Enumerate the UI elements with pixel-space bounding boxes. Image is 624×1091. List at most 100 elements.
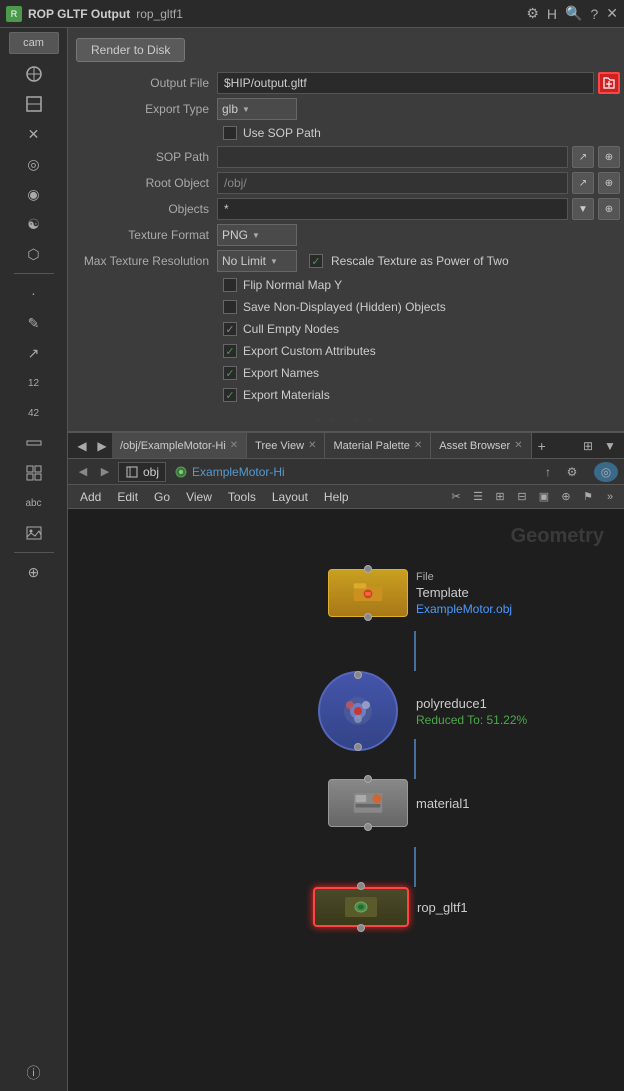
sidebar-location-icon[interactable]: ⊕ xyxy=(20,558,48,586)
help-icon[interactable]: ? xyxy=(590,6,598,22)
menu-help[interactable]: Help xyxy=(316,485,357,509)
sidebar-info-icon[interactable]: ⓘ xyxy=(20,1059,48,1087)
sidebar-abc-icon[interactable]: abc xyxy=(20,489,48,517)
node-graph[interactable]: Geometry xyxy=(68,509,624,1091)
menu-add[interactable]: Add xyxy=(72,485,109,509)
sop-path-jump-button[interactable]: ↗ xyxy=(572,146,594,168)
render-to-disk-button[interactable]: Render to Disk xyxy=(76,38,185,62)
title-bar-icons: ⚙ H 🔍 ? ✕ xyxy=(526,5,618,22)
tabs-menu-button[interactable]: ▼ xyxy=(600,436,620,456)
path-display-button[interactable]: ◎ xyxy=(594,462,618,482)
export-materials-checkbox[interactable] xyxy=(223,388,237,402)
tab-add-button[interactable]: + xyxy=(532,438,552,454)
flip-normal-label: Flip Normal Map Y xyxy=(243,278,342,292)
path-home-button[interactable]: ↑ xyxy=(538,462,558,482)
material-connector-top xyxy=(364,775,372,783)
root-object-input[interactable] xyxy=(217,172,568,194)
menu-layout[interactable]: Layout xyxy=(264,485,316,509)
tabs-view-button[interactable]: ⊞ xyxy=(578,436,598,456)
output-file-input[interactable] xyxy=(217,72,594,94)
close-icon[interactable]: ✕ xyxy=(606,5,618,22)
file-node-main-label: Template xyxy=(416,585,512,600)
settings-icon[interactable]: ⚙ xyxy=(526,5,539,22)
menu-view[interactable]: View xyxy=(178,485,220,509)
sidebar-dot-icon[interactable]: · xyxy=(20,279,48,307)
texture-format-select[interactable]: PNG ▼ xyxy=(217,224,297,246)
menu-tools[interactable]: Tools xyxy=(220,485,264,509)
bookmark-icon[interactable]: H xyxy=(547,6,557,22)
menu-frame-icon[interactable]: ▣ xyxy=(534,487,554,507)
sidebar-target-icon[interactable]: ◎ xyxy=(20,150,48,178)
sidebar-grid-icon[interactable] xyxy=(20,459,48,487)
menu-more-icon[interactable]: » xyxy=(600,487,620,507)
menu-layers-icon[interactable]: ⊕ xyxy=(556,487,576,507)
sidebar-yin-icon[interactable]: ☯ xyxy=(20,210,48,238)
sidebar-arrow-icon[interactable]: ↗ xyxy=(20,339,48,367)
rop-connector-bottom xyxy=(357,924,365,932)
path-back-button[interactable]: ◀ xyxy=(74,463,92,481)
objects-picker-button[interactable]: ⊕ xyxy=(598,198,620,220)
max-texture-select[interactable]: No Limit ▼ xyxy=(217,250,297,272)
use-sop-path-checkbox[interactable] xyxy=(223,126,237,140)
sidebar-num12-icon[interactable]: 12 xyxy=(20,369,48,397)
material-node-icon xyxy=(352,787,384,819)
sop-path-row: SOP Path ↗ ⊕ xyxy=(68,144,624,170)
tab-close-0[interactable]: ✕ xyxy=(230,440,238,451)
file-node-info: File Template ExampleMotor.obj xyxy=(416,571,512,616)
path-node-label[interactable]: ExampleMotor-Hi xyxy=(192,465,285,479)
tab-close-2[interactable]: ✕ xyxy=(414,440,422,451)
sidebar-hex-icon[interactable]: ⬡ xyxy=(20,240,48,268)
sidebar-num42-icon[interactable]: 42 xyxy=(20,399,48,427)
sop-path-picker-button[interactable]: ⊕ xyxy=(598,146,620,168)
polyreduce-node[interactable]: polyreduce1 Reduced To: 51.22% xyxy=(308,671,527,751)
sidebar-ruler-icon[interactable] xyxy=(20,429,48,457)
path-forward-button[interactable]: ▶ xyxy=(96,463,114,481)
menu-go[interactable]: Go xyxy=(146,485,178,509)
root-object-picker-button[interactable]: ⊕ xyxy=(598,172,620,194)
tab-material-palette[interactable]: Material Palette ✕ xyxy=(325,433,431,459)
menu-cut-icon[interactable]: ✂ xyxy=(446,487,466,507)
tab-forward-button[interactable]: ▶ xyxy=(92,436,112,456)
sidebar-eye-icon[interactable]: ◉ xyxy=(20,180,48,208)
output-file-picker-button[interactable] xyxy=(598,72,620,94)
export-names-checkbox[interactable] xyxy=(223,366,237,380)
sidebar-network-icon[interactable] xyxy=(20,60,48,88)
sop-path-input[interactable] xyxy=(217,146,568,168)
output-file-row: Output File xyxy=(68,70,624,96)
material-node-info: material1 xyxy=(416,796,469,811)
polyreduce-connector-top xyxy=(354,671,362,679)
material-node[interactable]: material1 xyxy=(328,779,469,827)
menu-grid-icon[interactable]: ⊞ xyxy=(490,487,510,507)
rop-gltf-node[interactable]: rop_gltf1 xyxy=(313,887,468,927)
cull-empty-checkbox[interactable] xyxy=(223,322,237,336)
menu-table-icon[interactable]: ⊟ xyxy=(512,487,532,507)
export-type-select[interactable]: glb ▼ xyxy=(217,98,297,120)
sidebar-image-icon[interactable] xyxy=(20,519,48,547)
path-obj-label[interactable]: obj xyxy=(143,465,159,479)
root-object-jump-button[interactable]: ↗ xyxy=(572,172,594,194)
objects-input[interactable] xyxy=(217,198,568,220)
export-materials-row: Export Materials xyxy=(68,384,624,406)
tab-example-motor[interactable]: /obj/ExampleMotor-Hi ✕ xyxy=(112,433,247,459)
export-type-label: Export Type xyxy=(72,102,217,116)
menu-list-icon[interactable]: ☰ xyxy=(468,487,488,507)
objects-expand-button[interactable]: ▼ xyxy=(572,198,594,220)
export-custom-checkbox[interactable] xyxy=(223,344,237,358)
sidebar-scene-icon[interactable] xyxy=(20,90,48,118)
file-node[interactable]: File Template ExampleMotor.obj xyxy=(328,569,512,617)
sidebar-pencil-icon[interactable]: ✎ xyxy=(20,309,48,337)
tab-asset-browser[interactable]: Asset Browser ✕ xyxy=(431,433,531,459)
save-hidden-checkbox[interactable] xyxy=(223,300,237,314)
cam-button[interactable]: cam xyxy=(9,32,59,54)
sidebar-close-icon[interactable]: ✕ xyxy=(20,120,48,148)
flip-normal-checkbox[interactable] xyxy=(223,278,237,292)
menu-edit[interactable]: Edit xyxy=(109,485,146,509)
tab-close-3[interactable]: ✕ xyxy=(514,440,522,451)
menu-flag-icon[interactable]: ⚑ xyxy=(578,487,598,507)
tab-tree-view[interactable]: Tree View ✕ xyxy=(247,433,325,459)
tab-back-button[interactable]: ◀ xyxy=(72,436,92,456)
rescale-checkbox[interactable]: ✓ xyxy=(309,254,323,268)
search-icon[interactable]: 🔍 xyxy=(565,5,582,22)
path-settings-button[interactable]: ⚙ xyxy=(562,462,582,482)
tab-close-1[interactable]: ✕ xyxy=(308,440,316,451)
